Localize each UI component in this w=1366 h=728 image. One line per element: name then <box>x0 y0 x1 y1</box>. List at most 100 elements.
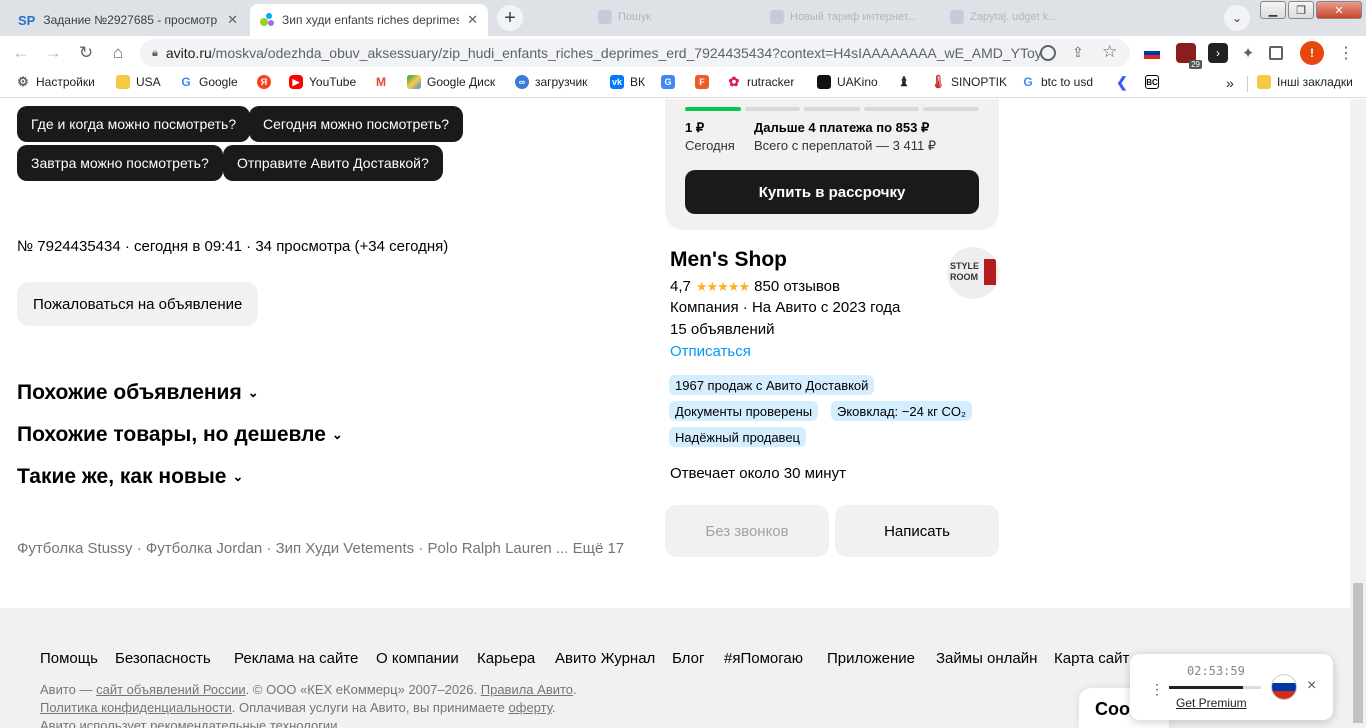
seller-name[interactable]: Men's Shop <box>670 248 787 272</box>
translate-icon: G <box>661 75 675 89</box>
footer-link[interactable]: сайт объявлений России <box>96 682 246 697</box>
google-drive-icon <box>407 75 421 89</box>
youtube-icon: ▶ <box>289 75 303 89</box>
russia-flag-icon[interactable] <box>1142 43 1162 63</box>
footer-link[interactable]: Карта сайт <box>1054 650 1129 667</box>
back-button[interactable]: ← <box>10 42 32 64</box>
progress-segment <box>744 107 801 111</box>
question-chip[interactable]: Сегодня можно посмотреть? <box>249 106 464 142</box>
installment-next-title: Дальше 4 платежа по 853 ₽ <box>754 120 930 135</box>
bookmark-uakino[interactable]: UAKino <box>817 75 878 89</box>
close-window-button[interactable]: ✕ <box>1316 1 1362 19</box>
address-bar[interactable]: 🔒︎ avito.ru/moskva/odezhda_obuv_aksessua… <box>140 39 1130 67</box>
footer-link[interactable]: #яПомогаю <box>724 650 803 667</box>
bookmark-translate[interactable]: G <box>661 75 675 89</box>
bookmark-usa[interactable]: USA <box>116 75 161 89</box>
no-calls-button[interactable]: Без звонков <box>665 505 829 557</box>
close-tab-icon[interactable]: ✕ <box>467 12 478 28</box>
footer-link[interactable]: О компании <box>376 650 459 667</box>
ghost-tab: Zapytaj. udget k... <box>950 10 1057 24</box>
rating-value: 4,7 <box>670 278 691 295</box>
footer-link[interactable]: Помощь <box>40 650 98 667</box>
reviews-link[interactable]: 850 отзывов <box>754 278 840 295</box>
footer-link[interactable]: Безопасность <box>115 650 211 667</box>
section-similar[interactable]: Похожие объявления ⌄ <box>17 381 259 405</box>
close-tab-icon[interactable]: ✕ <box>227 12 238 28</box>
sp-favicon-icon: SP <box>18 12 36 28</box>
question-chip[interactable]: Где и когда можно посмотреть? <box>17 106 251 142</box>
bookmark-btc[interactable]: Gbtc to usd <box>1021 75 1093 89</box>
bookmark-downloader[interactable]: ∞ загрузчик <box>515 75 587 89</box>
bookmark-bc[interactable]: BC <box>1145 75 1159 89</box>
home-button[interactable]: ⌂ <box>107 42 129 64</box>
tab-search-button[interactable]: ⌄ <box>1224 5 1250 31</box>
question-chip[interactable]: Завтра можно посмотреть? <box>17 145 223 181</box>
response-time: Отвечает около 30 минут <box>670 465 846 482</box>
bookmark-vk[interactable]: vk ВК <box>610 75 645 89</box>
tab-assignment[interactable]: SP Задание №2927685 - просмотр ✕ <box>8 4 248 36</box>
bookmark-arrow[interactable]: ❮ <box>1115 74 1129 90</box>
bookmark-google[interactable]: G Google <box>179 75 237 89</box>
unsubscribe-link[interactable]: Отписаться <box>670 343 751 360</box>
footer-link[interactable]: Карьера <box>477 650 535 667</box>
russia-flag-icon[interactable] <box>1271 674 1297 700</box>
puzzle-icon[interactable]: ✦ <box>1238 43 1258 63</box>
buy-installment-button[interactable]: Купить в рассрочку <box>685 170 979 214</box>
progress-segment <box>804 107 860 111</box>
seller-avatar[interactable]: STYLE ROOM <box>947 247 999 299</box>
maximize-button[interactable]: ❐ <box>1288 1 1314 19</box>
seller-listings[interactable]: 15 объявлений <box>670 321 775 338</box>
write-message-button[interactable]: Написать <box>835 505 999 557</box>
bookmark-yandex[interactable]: Я <box>257 75 271 89</box>
share-icon[interactable]: ⇪ <box>1072 44 1084 61</box>
related-links[interactable]: Футболка Stussy · Футболка Jordan · Зип … <box>17 540 624 557</box>
bookmark-settings[interactable]: ⚙ Настройки <box>16 74 95 89</box>
reload-button[interactable]: ↻ <box>75 42 97 64</box>
bookmark-google-drive[interactable]: Google Диск <box>407 75 495 89</box>
footer-link[interactable]: оферту <box>509 700 552 715</box>
bookmark-label: Інші закладки <box>1277 75 1353 89</box>
more-bookmarks-button[interactable]: » <box>1226 75 1234 91</box>
side-panel-icon[interactable] <box>1269 46 1283 60</box>
menu-dots-icon[interactable]: ⋮ <box>1336 43 1356 63</box>
minimize-button[interactable]: ▁ <box>1260 1 1286 19</box>
get-premium-link[interactable]: Get Premium <box>1176 696 1247 710</box>
google-icon: G <box>1023 75 1033 89</box>
gear-icon: ⚙ <box>17 74 29 89</box>
bookmark-youtube[interactable]: ▶ YouTube <box>289 75 356 89</box>
scrollbar-track[interactable] <box>1350 99 1366 728</box>
avito-favicon-icon <box>260 13 274 27</box>
bookmark-rutracker[interactable]: ✿ rutracker <box>727 74 795 89</box>
section-like-new[interactable]: Такие же, как новые ⌄ <box>17 465 243 489</box>
footer-link[interactable]: Займы онлайн <box>936 650 1037 667</box>
bookmark-chess[interactable]: ♝ <box>897 74 911 89</box>
close-icon[interactable]: × <box>1307 677 1316 695</box>
infinity-icon: ∞ <box>515 75 529 89</box>
vpn-menu-icon[interactable]: ⋮ <box>1150 681 1164 698</box>
footer-link[interactable]: Правила Авито <box>481 682 573 697</box>
forward-button[interactable]: → <box>42 42 64 64</box>
question-chip[interactable]: Отправите Авито Доставкой? <box>223 145 443 181</box>
bookmark-sinoptik[interactable]: 🌡︎ SINOPTIK <box>930 74 1007 89</box>
footer-legal-line2: Политика конфиденциальности. Оплачивая у… <box>40 700 556 715</box>
bookmark-f[interactable]: F <box>695 75 709 89</box>
profile-avatar[interactable]: ! <box>1300 41 1324 65</box>
report-listing-button[interactable]: Пожаловаться на объявление <box>17 282 259 326</box>
new-tab-button[interactable]: + <box>497 5 523 31</box>
bookmark-gmail[interactable]: M <box>374 75 388 89</box>
footer-link[interactable]: Реклама на сайте <box>234 650 358 667</box>
terminal-extension-icon[interactable]: › <box>1208 43 1228 63</box>
bookmark-other[interactable]: Інші закладки <box>1257 75 1353 89</box>
extension-counter-icon[interactable]: 29 <box>1176 43 1202 69</box>
footer-legal-line3: Авито использует рекомендательные технол… <box>40 718 338 728</box>
scrollbar-thumb[interactable] <box>1353 583 1363 723</box>
tab-avito[interactable]: Зип худи enfants riches deprimes ✕ <box>250 4 488 36</box>
footer-link[interactable]: Авито Журнал <box>555 650 655 667</box>
section-cheaper[interactable]: Похожие товары, но дешевле ⌄ <box>17 423 343 447</box>
footer-link[interactable]: Приложение <box>827 650 915 667</box>
blocked-icon[interactable] <box>1040 45 1056 61</box>
rutracker-icon: ✿ <box>728 74 740 89</box>
footer-link[interactable]: Политика конфиденциальности <box>40 700 232 715</box>
bookmark-star-icon[interactable]: ☆ <box>1102 42 1118 62</box>
footer-link[interactable]: Блог <box>672 650 704 667</box>
